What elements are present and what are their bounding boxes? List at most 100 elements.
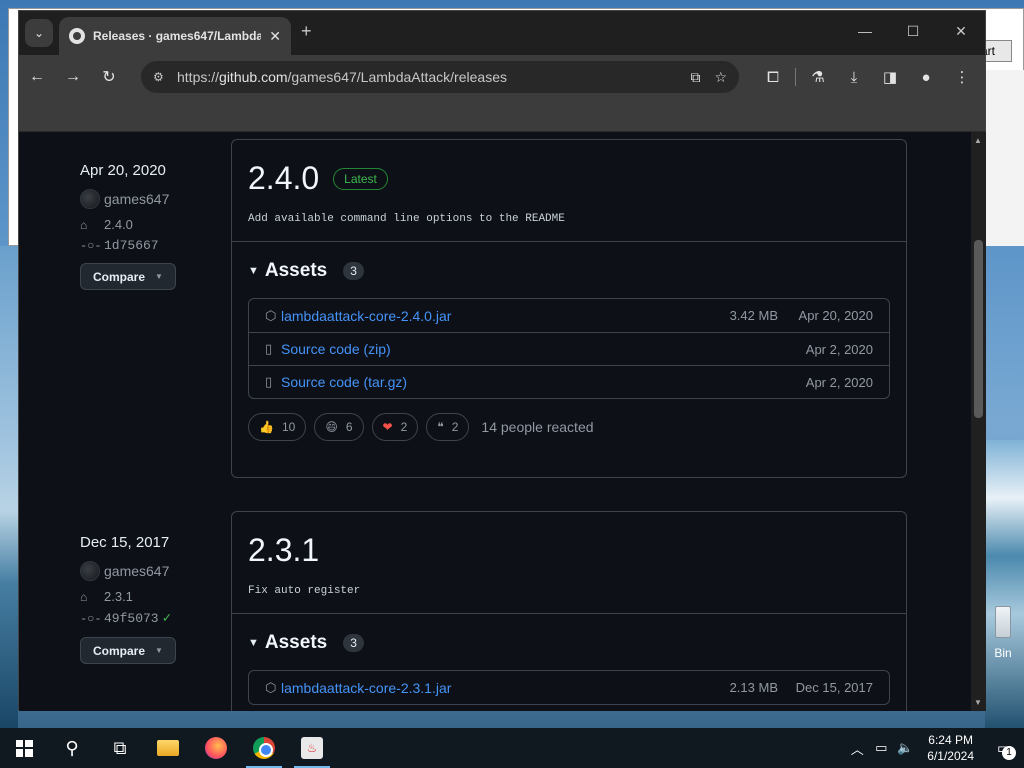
release-author[interactable]: games647 — [80, 189, 230, 209]
bookmark-star-icon[interactable]: ☆ — [714, 69, 727, 86]
asset-date: Apr 2, 2020 — [805, 341, 873, 357]
side-panel-icon[interactable]: ◨ — [872, 68, 908, 86]
release-header: 2.3.1 Fix auto register — [232, 512, 906, 614]
list-item[interactable]: ⬡ lambdaattack-core-2.3.1.jar 2.13 MB De… — [249, 671, 889, 704]
minimize-button[interactable]: — — [841, 11, 889, 51]
firefox-button[interactable] — [192, 728, 240, 768]
clock-date: 6/1/2024 — [927, 749, 974, 763]
maximize-button[interactable]: ☐ — [889, 11, 937, 51]
chrome-button[interactable] — [240, 728, 288, 768]
volume-muted-icon[interactable]: 🔈 — [893, 740, 917, 756]
asset-link[interactable]: lambdaattack-core-2.3.1.jar — [281, 680, 698, 696]
compare-label: Compare — [93, 643, 146, 658]
release-date: Apr 20, 2020 — [80, 162, 166, 179]
asset-date: Dec 15, 2017 — [795, 680, 873, 695]
profile-icon[interactable]: ● — [908, 69, 944, 86]
commit-icon: -○- — [80, 611, 102, 626]
reaction-heart[interactable]: ❤ 2 — [371, 413, 419, 441]
release-card: 2.4.0 Latest Add available command line … — [231, 139, 907, 478]
reaction-count: 2 — [400, 420, 408, 434]
release-commit[interactable]: -○- 49f5073 ✓ — [80, 610, 230, 627]
release-title[interactable]: 2.4.0 — [248, 160, 319, 197]
latest-badge: Latest — [333, 167, 388, 190]
release-title[interactable]: 2.3.1 — [248, 532, 319, 569]
release-author[interactable]: games647 — [80, 561, 230, 581]
assets-section: ▼ Assets 3 ⬡ lambdaattack-core-2.4.0.jar… — [232, 242, 906, 457]
task-view-button[interactable]: ⧉ — [96, 728, 144, 768]
release-date: Dec 15, 2017 — [80, 534, 170, 551]
file-zip-icon: ▯ — [265, 374, 273, 389]
toolbar-actions: ⧠ ⚗ ⤓ ◨ ● ⋮ — [755, 61, 980, 93]
avatar — [80, 189, 100, 209]
new-tab-button[interactable]: + — [301, 21, 312, 42]
forward-button[interactable]: → — [55, 59, 91, 95]
assets-toggle[interactable]: ▼ Assets 3 — [248, 260, 890, 282]
labs-icon[interactable]: ⚗ — [800, 68, 836, 86]
menu-icon[interactable]: ⋮ — [944, 68, 980, 86]
chevron-down-icon: ⌄ — [33, 26, 45, 40]
back-button[interactable]: ← — [19, 59, 55, 95]
reaction-eyes[interactable]: ❝ 2 — [426, 413, 470, 441]
reload-button[interactable]: ↻ — [91, 59, 127, 95]
task-view-icon: ⧉ — [113, 737, 127, 758]
list-item[interactable]: ▯ Source code (zip) Apr 2, 2020 — [249, 332, 889, 365]
asset-list: ⬡ lambdaattack-core-2.4.0.jar 3.42 MB Ap… — [248, 298, 890, 399]
release-tag[interactable]: ⌂ 2.3.1 — [80, 589, 230, 604]
asset-link[interactable]: Source code (zip) — [281, 341, 778, 357]
install-app-icon[interactable]: ⧉ — [690, 69, 700, 86]
tab-releases[interactable]: Releases · games647/LambdaA ✕ — [59, 17, 291, 55]
reaction-thumbsup[interactable]: 👍 10 — [248, 413, 307, 441]
release-commit[interactable]: -○- 1d75667 — [80, 238, 230, 253]
clock[interactable]: 6:24 PM 6/1/2024 — [927, 732, 974, 764]
asset-link[interactable]: Source code (tar.gz) — [281, 374, 778, 390]
list-item[interactable]: ⬡ lambdaattack-core-2.4.0.jar 3.42 MB Ap… — [249, 299, 889, 332]
assets-count: 3 — [343, 262, 364, 280]
release-header: 2.4.0 Latest Add available command line … — [232, 140, 906, 242]
file-zip-icon: ▯ — [265, 341, 273, 356]
asset-link[interactable]: lambdaattack-core-2.4.0.jar — [281, 308, 698, 324]
recycle-bin-label: Bin — [994, 646, 1012, 660]
recycle-bin-shortcut[interactable]: Bin — [988, 606, 1018, 666]
thumbs-up-icon: 👍 — [259, 420, 274, 434]
assets-toggle[interactable]: ▼ Assets 3 — [248, 632, 890, 654]
list-item[interactable]: ▯ Source code (tar.gz) Apr 2, 2020 — [249, 365, 889, 398]
close-icon[interactable]: ✕ — [269, 28, 281, 45]
chevron-up-icon[interactable]: ︿ — [845, 739, 869, 758]
release-card: 2.3.1 Fix auto register ▼ Assets 3 ⬡ lam… — [231, 511, 907, 711]
scroll-up-icon[interactable]: ▲ — [974, 136, 982, 145]
verified-check-icon[interactable]: ✓ — [163, 610, 171, 627]
java-app-button[interactable]: ♨ — [288, 728, 336, 768]
tab-search-button[interactable]: ⌄ — [25, 19, 53, 47]
close-window-button[interactable]: ✕ — [937, 11, 985, 51]
scroll-down-icon[interactable]: ▼ — [974, 698, 982, 707]
page-scrollbar[interactable]: ▲ ▼ — [971, 132, 986, 711]
site-info-icon[interactable]: ⚙ — [153, 70, 167, 84]
browser-window: ⌄ Releases · games647/LambdaA ✕ + — ☐ ✕ … — [18, 10, 986, 711]
file-explorer-button[interactable] — [144, 728, 192, 768]
page-viewport: Apr 20, 2020 games647 ⌂ 2.4.0 -○- 1d7566… — [19, 132, 971, 711]
compare-button[interactable]: Compare ▼ — [80, 637, 176, 664]
commit-sha: 1d75667 — [104, 238, 159, 253]
window-controls: — ☐ ✕ — [841, 11, 985, 51]
laugh-icon: 😄 — [325, 420, 338, 434]
clock-time: 6:24 PM — [928, 733, 973, 747]
folder-icon — [157, 740, 179, 756]
assets-heading: Assets — [264, 632, 328, 653]
search-icon: ⚲ — [65, 737, 79, 758]
windows-icon — [15, 739, 33, 757]
notification-center-button[interactable]: ▭ 1 — [984, 728, 1024, 768]
reaction-count: 6 — [345, 420, 353, 434]
avatar — [80, 561, 100, 581]
download-icon[interactable]: ⤓ — [836, 69, 872, 86]
address-bar[interactable]: ⚙ https://github.com/games647/LambdaAtta… — [141, 61, 739, 93]
start-button[interactable] — [0, 728, 48, 768]
scrollbar-thumb[interactable] — [974, 240, 983, 418]
extensions-icon[interactable]: ⧠ — [755, 69, 791, 86]
network-icon[interactable]: ▭ — [869, 740, 893, 756]
compare-button[interactable]: Compare ▼ — [80, 263, 176, 290]
search-button[interactable]: ⚲ — [48, 728, 96, 768]
assets-heading: Assets — [264, 260, 328, 281]
reaction-laugh[interactable]: 😄 6 — [314, 413, 364, 441]
bookmark-bar — [19, 99, 985, 132]
release-tag[interactable]: ⌂ 2.4.0 — [80, 217, 230, 232]
